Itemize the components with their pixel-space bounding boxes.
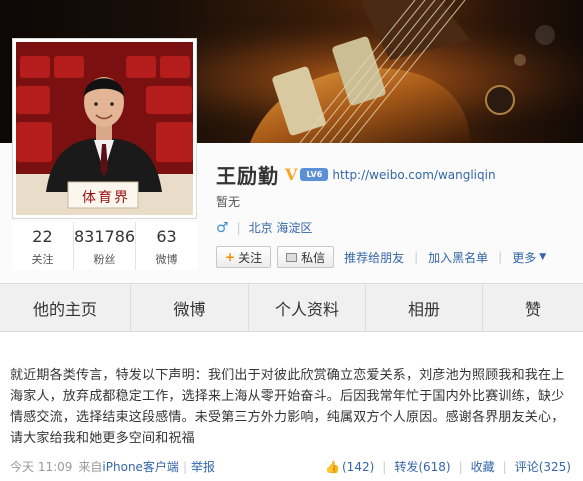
post-text: 就近期各类传言，特发以下声明：我们出于对彼此欣赏确立恋爱关系，刘彦池为照顾我和我… xyxy=(10,368,565,446)
post-source-link[interactable]: iPhone客户端 xyxy=(102,458,179,475)
comment-link[interactable]: 评论(325) xyxy=(515,458,571,475)
tab-album[interactable]: 相册 xyxy=(366,284,483,331)
divider: | xyxy=(182,459,187,474)
stat-value: 63 xyxy=(156,227,177,246)
message-button[interactable]: 私信 xyxy=(277,246,335,268)
like-count[interactable]: (142) xyxy=(342,460,374,474)
divider: | xyxy=(498,250,503,264)
repost-link[interactable]: 转发(618) xyxy=(394,458,450,475)
tab-home[interactable]: 他的主页 xyxy=(0,284,131,331)
post-source-prefix: 来自 xyxy=(78,460,103,474)
post-time[interactable]: 今天 11:09 xyxy=(10,458,72,475)
mail-icon xyxy=(286,252,298,262)
divider: | xyxy=(414,250,419,264)
name-row: 王励勤 V LV6 http://weibo.com/wangliqin xyxy=(216,160,496,189)
post-actions: 👍 (142) | 转发(618) | 收藏 | 评论(325) xyxy=(325,458,571,475)
stats-bar: 22 关注 831786 粉丝 63 微博 xyxy=(12,222,197,270)
stat-value: 22 xyxy=(32,227,53,246)
divider: | xyxy=(382,459,387,474)
profile-url-link[interactable]: http://weibo.com/wangliqin xyxy=(332,168,495,182)
stat-label: 关注 xyxy=(31,253,54,266)
favorite-link[interactable]: 收藏 xyxy=(471,458,495,475)
location-link[interactable]: 北京 海淀区 xyxy=(249,219,313,236)
avatar[interactable]: 体育界 xyxy=(12,38,197,219)
tab-profile-info[interactable]: 个人资料 xyxy=(249,284,366,331)
post-meta: 今天 11:09 来自 iPhone客户端 | 举报 xyxy=(10,458,215,475)
profile-description: 暂无 xyxy=(216,195,241,209)
plus-icon: + xyxy=(225,250,236,264)
stat-followers[interactable]: 831786 粉丝 xyxy=(73,222,137,270)
level-badge-icon[interactable]: LV6 xyxy=(300,168,329,181)
follow-label: 关注 xyxy=(238,250,263,265)
divider: | xyxy=(236,220,241,235)
stat-label: 粉丝 xyxy=(93,253,116,266)
message-label: 私信 xyxy=(301,250,326,265)
stat-value: 831786 xyxy=(73,227,136,246)
profile-name: 王励勤 xyxy=(216,164,279,188)
stat-label: 微博 xyxy=(155,253,178,266)
location-row: ♂ | 北京 海淀区 xyxy=(216,219,312,236)
male-icon: ♂ xyxy=(216,219,229,236)
stat-following[interactable]: 22 关注 xyxy=(12,222,74,270)
follow-button[interactable]: + 关注 xyxy=(216,246,272,268)
feed-post: 就近期各类传言，特发以下声明：我们出于对彼此欣赏确立恋爱关系，刘彦池为照顾我和我… xyxy=(0,332,583,481)
divider: | xyxy=(502,459,507,474)
profile-tabs: 他的主页 微博 个人资料 相册 赞 xyxy=(0,283,583,332)
chevron-down-icon[interactable]: ▼ xyxy=(539,252,546,262)
blacklist-link[interactable]: 加入黑名单 xyxy=(428,249,488,266)
more-link[interactable]: 更多 xyxy=(512,249,536,266)
report-link[interactable]: 举报 xyxy=(191,458,215,475)
placard-text: 体育界 xyxy=(82,190,130,206)
thumbs-up-icon[interactable]: 👍 xyxy=(325,460,340,474)
tab-weibo[interactable]: 微博 xyxy=(131,284,249,331)
verified-icon[interactable]: V xyxy=(285,165,297,184)
divider: | xyxy=(458,459,463,474)
recommend-link[interactable]: 推荐给朋友 xyxy=(344,249,404,266)
stat-posts[interactable]: 63 微博 xyxy=(136,222,197,270)
action-row: + 关注 私信 推荐给朋友 | 加入黑名单 | 更多 ▼ xyxy=(216,246,546,268)
tab-likes[interactable]: 赞 xyxy=(483,284,583,331)
